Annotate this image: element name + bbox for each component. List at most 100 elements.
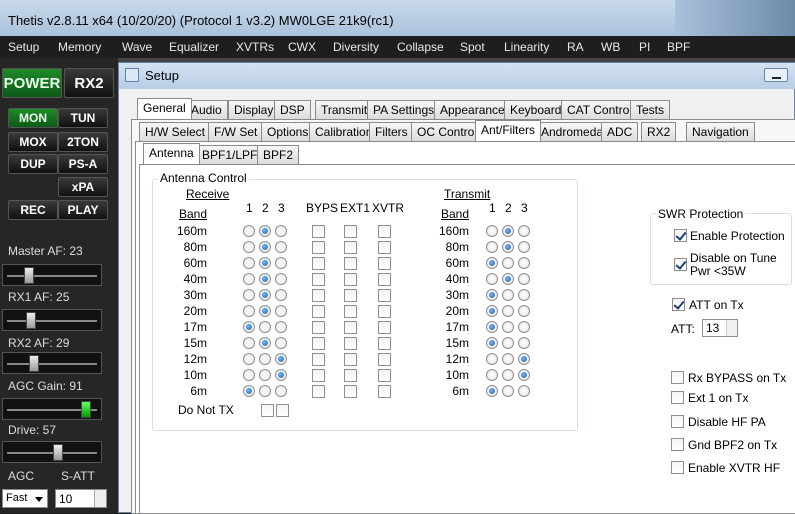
xvtr-checkbox[interactable] [378,225,391,238]
rx-ant-radio-3[interactable] [275,289,287,301]
agc-mode-select[interactable]: Fast [2,489,48,508]
att-on-tx-checkbox[interactable] [672,298,685,311]
disable-hf-pa-checkbox[interactable] [671,415,684,428]
spin-arrows-icon[interactable] [726,320,737,336]
slider-knob[interactable] [81,401,91,418]
menu-diversity[interactable]: Diversity [333,40,379,54]
do-not-tx-checkbox-2[interactable] [276,404,289,417]
tx-ant-radio-3[interactable] [518,257,530,269]
tx-ant-radio-2[interactable] [502,241,514,253]
tx-ant-radio-2[interactable] [502,385,514,397]
xvtr-checkbox[interactable] [378,369,391,382]
slider-knob[interactable] [53,444,63,461]
power-button[interactable]: POWER [2,68,62,98]
tab-dsp[interactable]: DSP [274,100,311,119]
byps-checkbox[interactable] [312,385,325,398]
rx-ant-radio-1[interactable] [243,337,255,349]
rx-ant-radio-1[interactable] [243,321,255,333]
tx-ant-radio-3[interactable] [518,385,530,397]
rx-ant-radio-1[interactable] [243,257,255,269]
rx-bypass-on-tx-checkbox[interactable] [671,371,684,384]
menu-collapse[interactable]: Collapse [397,40,444,54]
rx-ant-radio-2[interactable] [259,353,271,365]
slider-knob[interactable] [24,267,34,284]
rx-ant-radio-2[interactable] [259,305,271,317]
tx-ant-radio-2[interactable] [502,321,514,333]
menu-spot[interactable]: Spot [460,40,485,54]
rx2-button[interactable]: RX2 [64,68,114,98]
rx-ant-radio-2[interactable] [259,337,271,349]
menu-xvtrs[interactable]: XVTRs [236,40,274,54]
rx-ant-radio-2[interactable] [259,257,271,269]
tab-options[interactable]: Options [261,122,315,141]
ext1-checkbox[interactable] [344,257,357,270]
xvtr-checkbox[interactable] [378,337,391,350]
menu-equalizer[interactable]: Equalizer [169,40,219,54]
mox-button[interactable]: MOX [8,132,58,152]
byps-checkbox[interactable] [312,321,325,334]
tx-ant-radio-1[interactable] [486,353,498,365]
byps-checkbox[interactable] [312,257,325,270]
2ton-button[interactable]: 2TON [58,132,108,152]
menu-memory[interactable]: Memory [58,40,101,54]
tx-ant-radio-3[interactable] [518,305,530,317]
rx-ant-radio-1[interactable] [243,305,255,317]
tx-ant-radio-2[interactable] [502,369,514,381]
tx-ant-radio-3[interactable] [518,225,530,237]
tab-filters[interactable]: Filters [369,122,414,141]
xvtr-checkbox[interactable] [378,321,391,334]
tab-keyboard[interactable]: Keyboard [504,100,568,119]
gnd-bpf2-on-tx-checkbox[interactable] [671,438,684,451]
menu-ra[interactable]: RA [567,40,584,54]
tx-ant-radio-3[interactable] [518,353,530,365]
tx-ant-radio-2[interactable] [502,225,514,237]
tx-ant-radio-1[interactable] [486,385,498,397]
att-stepper[interactable]: 13 [702,319,738,337]
rx-ant-radio-1[interactable] [243,273,255,285]
xpa-button[interactable]: xPA [58,177,108,197]
menu-wave[interactable]: Wave [122,40,152,54]
rx-ant-radio-2[interactable] [259,369,271,381]
minimize-button[interactable] [764,68,788,82]
ext1-checkbox[interactable] [344,385,357,398]
rx-ant-radio-2[interactable] [259,273,271,285]
tab-pa-settings[interactable]: PA Settings [367,100,441,119]
spin-arrows-icon[interactable] [94,490,106,507]
tx-ant-radio-1[interactable] [486,273,498,285]
menu-wb[interactable]: WB [601,40,620,54]
tab-bpf1-lpf[interactable]: BPF1/LPF [196,145,264,164]
master-af-slider[interactable] [2,264,102,286]
rx-ant-radio-2[interactable] [259,321,271,333]
tx-ant-radio-1[interactable] [486,241,498,253]
rx-ant-radio-3[interactable] [275,273,287,285]
tx-ant-radio-2[interactable] [502,305,514,317]
tx-ant-radio-1[interactable] [486,337,498,349]
tab-bpf2[interactable]: BPF2 [257,145,300,164]
mon-button[interactable]: MON [8,108,58,128]
tab-hw-select[interactable]: H/W Select [139,122,212,141]
ext1-checkbox[interactable] [344,289,357,302]
tx-ant-radio-1[interactable] [486,369,498,381]
xvtr-checkbox[interactable] [378,385,391,398]
tx-ant-radio-2[interactable] [502,353,514,365]
tab-oc-control[interactable]: OC Control [411,122,484,141]
rx-ant-radio-3[interactable] [275,305,287,317]
tab-ant-filters[interactable]: Ant/Filters [475,120,542,141]
ext1-checkbox[interactable] [344,241,357,254]
play-button[interactable]: PLAY [58,200,108,220]
tab-cat-control[interactable]: CAT Control [561,100,638,119]
byps-checkbox[interactable] [312,289,325,302]
tx-ant-radio-3[interactable] [518,273,530,285]
tx-ant-radio-1[interactable] [486,321,498,333]
xvtr-checkbox[interactable] [378,353,391,366]
byps-checkbox[interactable] [312,225,325,238]
tx-ant-radio-2[interactable] [502,273,514,285]
rx-ant-radio-2[interactable] [259,225,271,237]
rx-ant-radio-3[interactable] [275,385,287,397]
rx-ant-radio-2[interactable] [259,289,271,301]
rec-button[interactable]: REC [8,200,58,220]
ext1-checkbox[interactable] [344,369,357,382]
tab-tests[interactable]: Tests [630,100,671,119]
rx-ant-radio-1[interactable] [243,369,255,381]
tun-button[interactable]: TUN [58,108,108,128]
